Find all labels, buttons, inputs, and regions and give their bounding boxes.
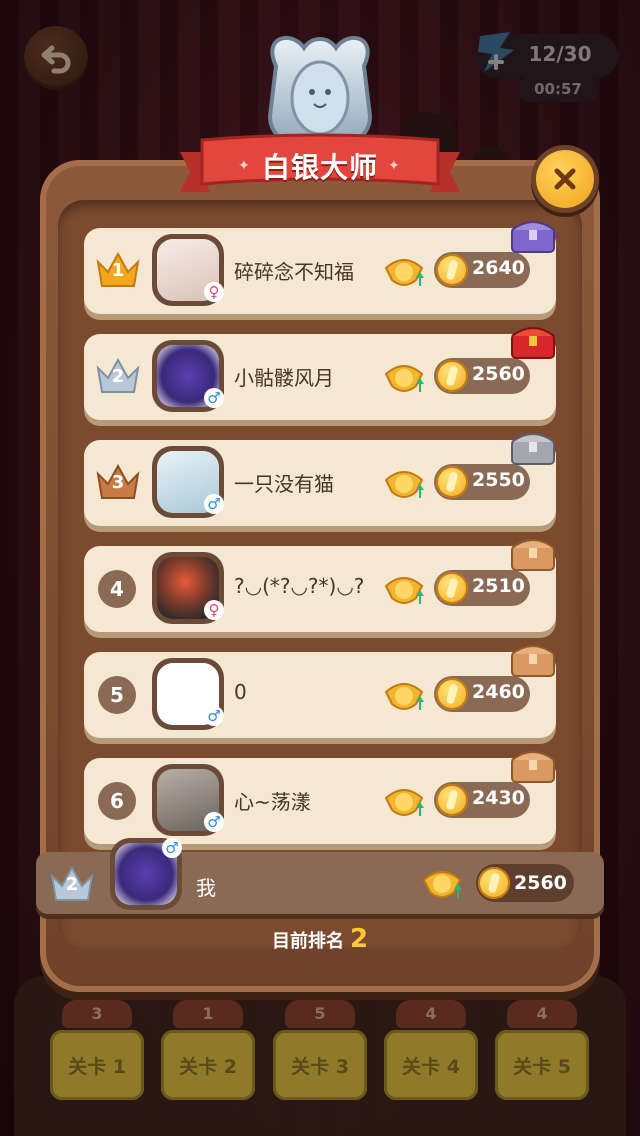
score-value: 2460 [472, 681, 525, 703]
medal-up-icon [422, 871, 462, 898]
player-name: ?◡(*?◡?*)◡? [234, 574, 365, 598]
score-value: 2640 [472, 257, 525, 279]
level-label: 关卡 2 [179, 1056, 237, 1078]
silver-crown-icon [50, 865, 94, 901]
coin-icon [436, 466, 468, 498]
level-button[interactable]: 关卡 3 [273, 1030, 367, 1100]
leaderboard-row[interactable]: 1 ♀ 碎碎念不知福 2640 [84, 221, 556, 314]
level-tag: 4 [507, 1000, 577, 1028]
male-icon: ♂ [204, 388, 224, 408]
score-value: 2560 [472, 363, 525, 385]
leaderboard-row[interactable]: 3 ♂ 一只没有猫 2550 [84, 433, 556, 526]
coin-icon [436, 784, 468, 816]
my-name: 我 [196, 876, 216, 900]
panel-title: 白银大师 [261, 151, 378, 184]
score-value: 2510 [472, 575, 525, 597]
level-button[interactable]: 关卡 2 [161, 1030, 255, 1100]
player-name: 心~荡漾 [234, 790, 311, 814]
female-icon: ♀ [204, 282, 224, 302]
coin-icon [478, 867, 510, 899]
player-name: 0 [234, 680, 247, 704]
male-icon: ♂ [204, 494, 224, 514]
medal-up-icon [384, 683, 424, 710]
rank-number: 4 [98, 570, 136, 608]
medal-up-icon [384, 789, 424, 816]
level-tag: 3 [62, 1000, 132, 1028]
medal-up-icon [384, 259, 424, 286]
close-button[interactable] [536, 150, 594, 208]
wood-chest-icon[interactable] [508, 744, 558, 786]
medal-up-icon [384, 577, 424, 604]
my-score-value: 2560 [514, 872, 567, 894]
player-name: 碎碎念不知福 [234, 260, 354, 284]
level-button[interactable]: 关卡 4 [384, 1030, 478, 1100]
male-icon: ♂ [204, 706, 224, 726]
level-tag: 4 [396, 1000, 466, 1028]
rank-number: 6 [98, 782, 136, 820]
close-icon [554, 168, 576, 190]
rank-number: 5 [98, 676, 136, 714]
coin-icon [436, 254, 468, 286]
wood-chest-icon[interactable] [508, 532, 558, 574]
level-label: 关卡 3 [291, 1056, 349, 1078]
wood-chest-icon[interactable] [508, 638, 558, 680]
level-label: 关卡 5 [513, 1056, 571, 1078]
my-rank-row: 2 ♂ 我 2560 [36, 838, 604, 914]
male-icon: ♂ [204, 812, 224, 832]
score-value: 2550 [472, 469, 525, 491]
coin-icon [436, 678, 468, 710]
medal-up-icon [384, 471, 424, 498]
player-name: 小骷髅风月 [234, 366, 334, 390]
gold-crown-icon [96, 251, 140, 287]
level-label: 关卡 4 [402, 1056, 460, 1078]
coin-icon [436, 572, 468, 604]
leaderboard-row[interactable]: 6 ♂ 心~荡漾 2430 [84, 751, 556, 844]
current-rank-label: 目前排名 [271, 931, 344, 952]
male-icon: ♂ [162, 838, 182, 858]
level-label: 关卡 1 [68, 1056, 126, 1078]
female-icon: ♀ [204, 600, 224, 620]
silver-chest-icon[interactable] [508, 426, 558, 468]
bronze-crown-icon [96, 463, 140, 499]
current-rank-value: 2 [349, 924, 369, 954]
leaderboard-row[interactable]: 4 ♀ ?◡(*?◡?*)◡? 2510 [84, 539, 556, 632]
level-tag: 5 [285, 1000, 355, 1028]
leaderboard-row[interactable]: 5 ♂ 0 2460 [84, 645, 556, 738]
level-button[interactable]: 关卡 1 [50, 1030, 144, 1100]
level-button[interactable]: 关卡 5 [495, 1030, 589, 1100]
red-chest-icon[interactable] [508, 320, 558, 362]
score-value: 2430 [472, 787, 525, 809]
leaderboard-row[interactable]: 2 ♂ 小骷髅风月 2560 [84, 327, 556, 420]
player-name: 一只没有猫 [234, 472, 334, 496]
coin-icon [436, 360, 468, 392]
purple-chest-icon[interactable] [508, 214, 558, 256]
silver-crown-icon [96, 357, 140, 393]
level-tag: 1 [173, 1000, 243, 1028]
medal-up-icon [384, 365, 424, 392]
current-rank: 目前排名 2 [40, 924, 600, 954]
